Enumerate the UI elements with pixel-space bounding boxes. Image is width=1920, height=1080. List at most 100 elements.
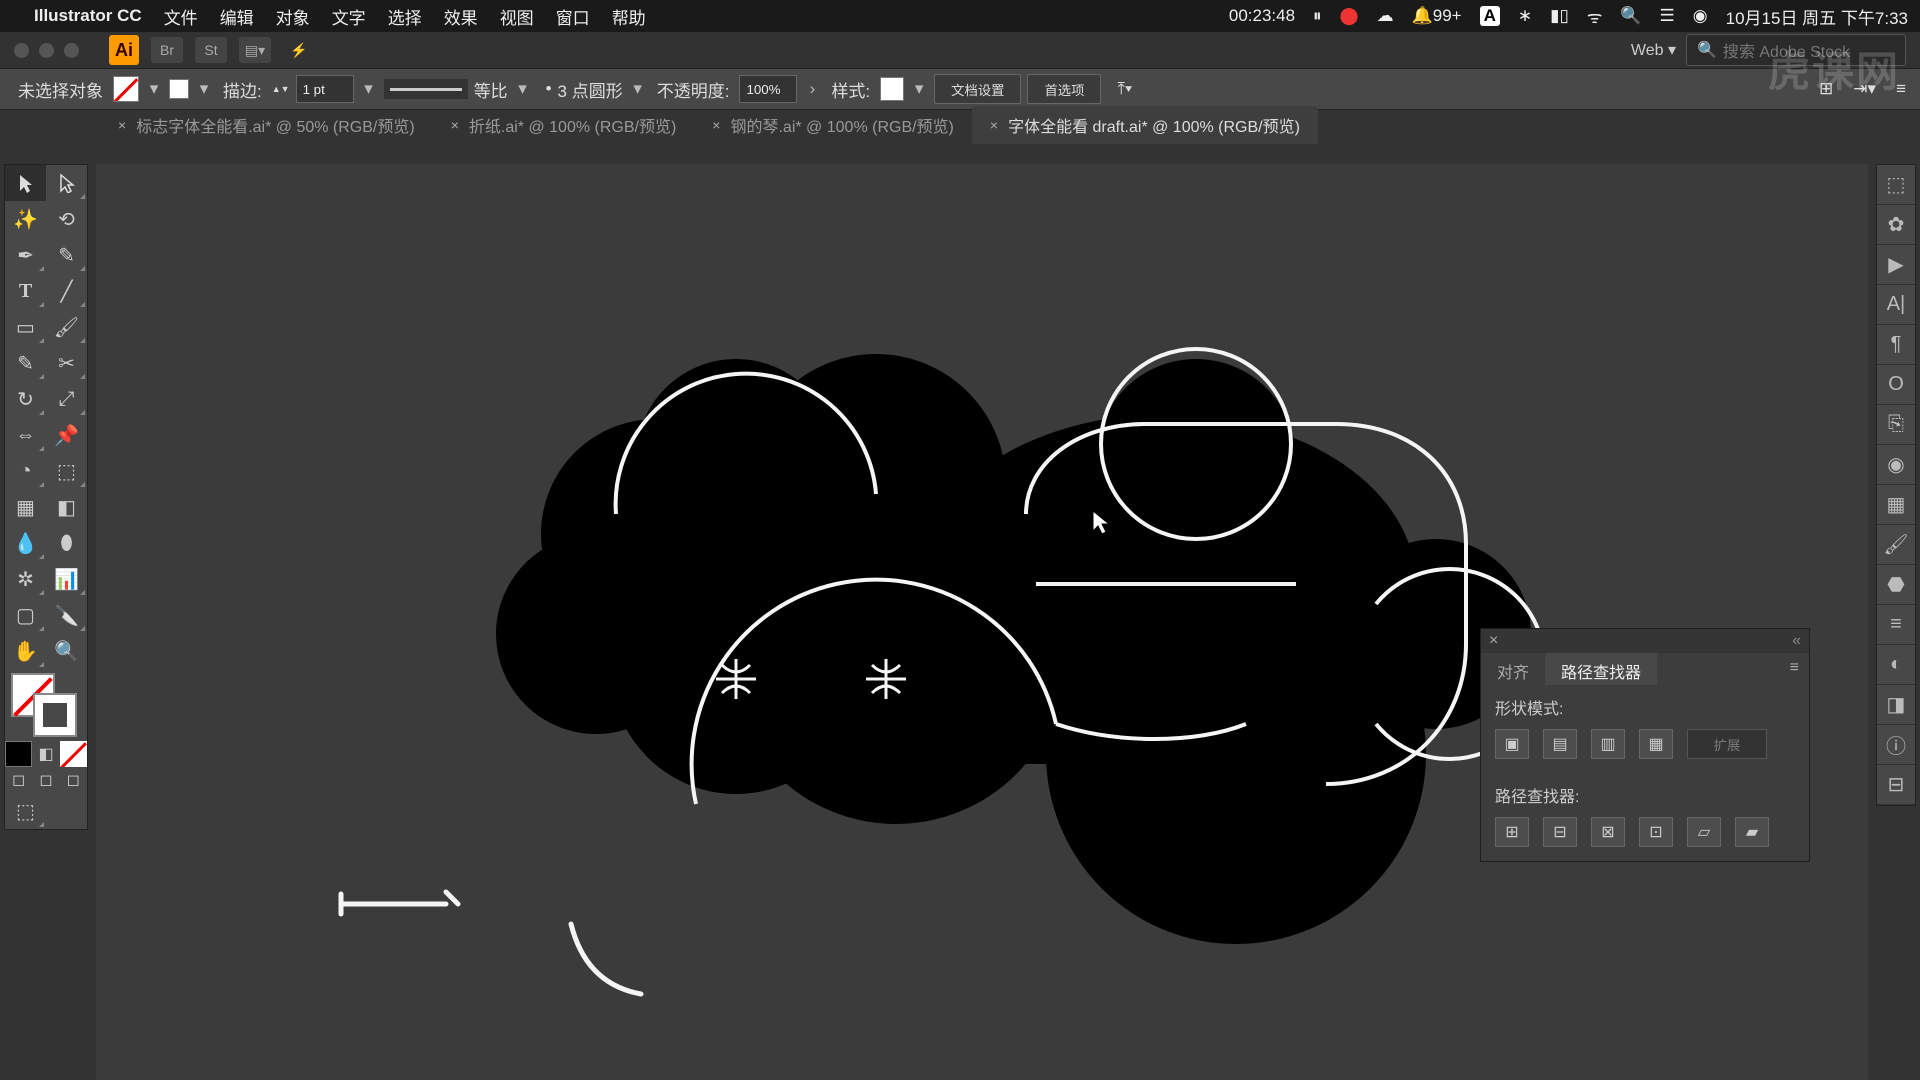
adobe-stock-search[interactable]: 🔍 搜索 Adobe Stock (1686, 34, 1906, 66)
pathfinder-minus-back-icon[interactable]: ▰ (1735, 817, 1769, 847)
color-mode-icon[interactable] (5, 741, 32, 767)
zoom-tool-icon[interactable]: 🔍 (46, 633, 87, 669)
shapemode-intersect-icon[interactable]: ▥ (1591, 729, 1625, 759)
curvature-tool-icon[interactable]: ✎ (46, 237, 87, 273)
menu-object[interactable]: 对象 (276, 4, 310, 29)
style-dropdown-icon[interactable]: ▾ (910, 79, 928, 99)
document-setup-button[interactable]: 文档设置 (934, 74, 1021, 104)
links-panel-icon[interactable]: ⎘ (1877, 405, 1915, 445)
opacity-input[interactable] (739, 75, 797, 103)
align-to-icon[interactable]: ⤒▾ (1117, 79, 1132, 99)
wifi-icon[interactable]: ᯤ (1587, 5, 1603, 28)
line-segment-tool-icon[interactable]: ╱ (46, 273, 87, 309)
menu-window[interactable]: 窗口 (556, 4, 590, 29)
rotate-tool-icon[interactable]: ↻ (5, 381, 46, 417)
expand-button[interactable]: 扩展 (1687, 729, 1767, 759)
pathfinder-divide-icon[interactable]: ⊞ (1495, 817, 1529, 847)
eraser-tool-icon[interactable]: ✂ (46, 345, 87, 381)
menu-type[interactable]: 文字 (332, 4, 366, 29)
close-icon[interactable]: × (451, 117, 459, 133)
pathfinder-panel[interactable]: × « 对齐 路径查找器 ≡ 形状模式: ▣ ▤ ▥ ▦ 扩展 路径查找器: ⊞… (1480, 628, 1810, 862)
appearance-panel-icon[interactable]: ◉ (1877, 445, 1915, 485)
align-tab[interactable]: 对齐 (1481, 653, 1545, 685)
perspective-grid-tool-icon[interactable]: ⬚ (46, 453, 87, 489)
menu-edit[interactable]: 编辑 (220, 4, 254, 29)
wechat-icon[interactable]: ☁ (1377, 6, 1394, 26)
stroke-stepper-icon[interactable]: ▲▼ (272, 85, 290, 94)
draw-normal-icon[interactable]: ◻ (5, 767, 32, 793)
close-icon[interactable]: × (990, 117, 998, 133)
window-close-icon[interactable] (14, 43, 29, 58)
pathfinder-merge-icon[interactable]: ⊠ (1591, 817, 1625, 847)
align-panel-icon[interactable]: ⊟ (1877, 765, 1915, 805)
symbols-panel-icon[interactable]: ⬣ (1877, 565, 1915, 605)
arrange-documents-icon[interactable]: ▤▾ (239, 37, 271, 63)
rectangle-tool-icon[interactable]: ▭ (5, 309, 46, 345)
stroke-profile[interactable] (384, 79, 468, 99)
scale-tool-icon[interactable]: ⤢ (46, 381, 87, 417)
stroke-color-swatch[interactable] (33, 693, 77, 737)
input-method-icon[interactable]: A (1480, 6, 1500, 26)
profile-dropdown-icon[interactable]: ▾ (514, 79, 532, 99)
type-tool-icon[interactable]: T (5, 273, 46, 309)
fill-swatch[interactable] (113, 76, 139, 102)
preferences-button[interactable]: 首选项 (1027, 74, 1101, 104)
window-zoom-icon[interactable] (64, 43, 79, 58)
shapemode-unite-icon[interactable]: ▣ (1495, 729, 1529, 759)
pathfinder-tab[interactable]: 路径查找器 (1545, 653, 1657, 685)
transparency-panel-icon[interactable]: ◨ (1877, 685, 1915, 725)
mesh-tool-icon[interactable]: ▦ (5, 489, 46, 525)
draw-inside-icon[interactable]: ◻ (60, 767, 87, 793)
menu-file[interactable]: 文件 (164, 4, 198, 29)
magic-wand-tool-icon[interactable]: ✨ (5, 201, 46, 237)
panel-menu-icon[interactable]: ≡ (1896, 79, 1906, 99)
brush-dropdown-icon[interactable]: ▾ (629, 79, 647, 99)
document-tab[interactable]: × 标志字体全能看.ai* @ 50% (RGB/预览) (100, 106, 433, 144)
brushes-panel-icon[interactable]: 🖌 (1877, 525, 1915, 565)
slice-tool-icon[interactable]: 🔪 (46, 597, 87, 633)
artboard-tool-icon[interactable]: ▢ (5, 597, 46, 633)
menu-effect[interactable]: 效果 (444, 4, 478, 29)
document-tab[interactable]: × 折纸.ai* @ 100% (RGB/预览) (433, 106, 695, 144)
menu-select[interactable]: 选择 (388, 4, 422, 29)
fill-stroke-control[interactable] (5, 669, 87, 741)
shapemode-minus-front-icon[interactable]: ▤ (1543, 729, 1577, 759)
panel-menu-icon[interactable]: ≡ (1780, 653, 1809, 685)
gradient-mode-icon[interactable]: ◧ (32, 741, 59, 767)
spotlight-icon[interactable]: 🔍 (1620, 6, 1641, 26)
info-panel-icon[interactable]: ⓘ (1877, 725, 1915, 765)
gradient-tool-icon[interactable]: ◧ (46, 489, 87, 525)
notifications-icon[interactable]: 🔔99+ (1412, 6, 1462, 26)
graphic-style-swatch[interactable] (880, 77, 904, 101)
stroke-weight-dropdown-icon[interactable]: ▾ (360, 79, 378, 99)
menu-help[interactable]: 帮助 (612, 4, 646, 29)
none-mode-icon[interactable] (60, 741, 87, 767)
swatches-panel-icon[interactable]: ▦ (1877, 485, 1915, 525)
canvas[interactable] (96, 164, 1868, 1080)
gradient-panel-icon[interactable]: ◐ (1877, 645, 1915, 685)
eyedropper-tool-icon[interactable]: 💧 (5, 525, 46, 561)
pause-icon[interactable]: ⏸ (1313, 6, 1322, 26)
properties-panel-icon[interactable]: ⬚ (1877, 165, 1915, 205)
direct-selection-tool-icon[interactable] (46, 165, 87, 201)
selection-tool-icon[interactable] (5, 165, 46, 201)
stroke-weight-input[interactable] (296, 75, 354, 103)
shapemode-exclude-icon[interactable]: ▦ (1639, 729, 1673, 759)
document-tab-active[interactable]: × 字体全能看 draft.ai* @ 100% (RGB/预览) (972, 106, 1318, 144)
battery-icon[interactable]: ▮▯ (1550, 6, 1569, 26)
transform-panel-icon[interactable]: ⊞ (1819, 79, 1833, 99)
pathfinder-trim-icon[interactable]: ⊟ (1543, 817, 1577, 847)
pen-tool-icon[interactable]: ✒ (5, 237, 46, 273)
bridge-icon[interactable]: Br (151, 37, 183, 63)
shaper-tool-icon[interactable]: ✎ (5, 345, 46, 381)
panel-close-icon[interactable]: × (1489, 632, 1498, 650)
width-tool-icon[interactable]: ⇔ (5, 417, 46, 453)
free-transform-tool-icon[interactable]: 📌 (46, 417, 87, 453)
actions-panel-icon[interactable]: ▶ (1877, 245, 1915, 285)
siri-icon[interactable]: ◉ (1693, 6, 1708, 26)
hand-tool-icon[interactable]: ✋ (5, 633, 46, 669)
document-tab[interactable]: × 钢的琴.ai* @ 100% (RGB/预览) (694, 106, 972, 144)
close-icon[interactable]: × (712, 117, 720, 133)
window-minimize-icon[interactable] (39, 43, 54, 58)
close-icon[interactable]: × (118, 117, 126, 133)
